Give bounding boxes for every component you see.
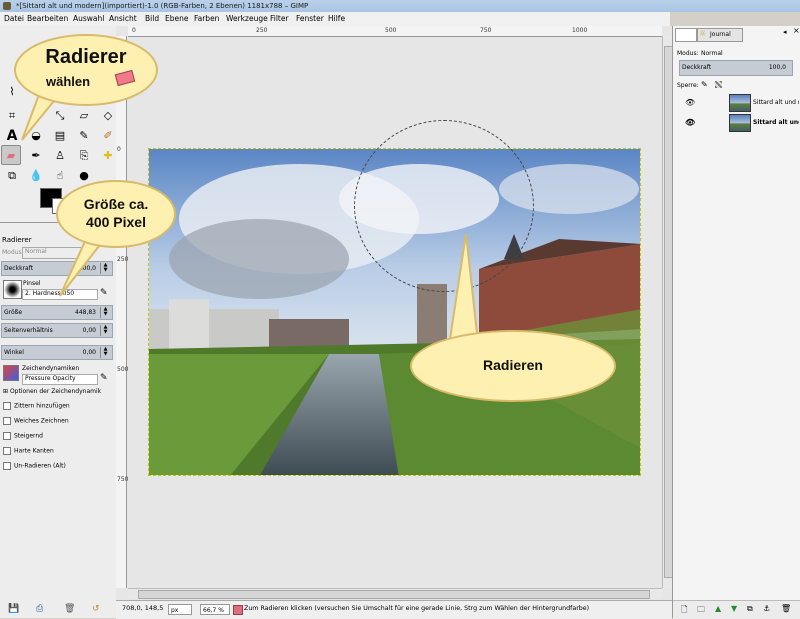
callout-radierer-waehlen: Radierer wählen xyxy=(14,34,158,106)
callout-radieren: Radieren xyxy=(410,330,616,402)
callout-line1: Größe ca. xyxy=(83,196,149,212)
callout-line2: 400 Pixel xyxy=(86,214,146,230)
callout-text: Radieren xyxy=(483,357,543,373)
callout-groesse: Größe ca. 400 Pixel xyxy=(56,180,176,248)
callout-subtitle: wählen xyxy=(46,74,91,89)
eraser-icon xyxy=(114,69,136,87)
callout-title: Radierer xyxy=(45,46,127,68)
